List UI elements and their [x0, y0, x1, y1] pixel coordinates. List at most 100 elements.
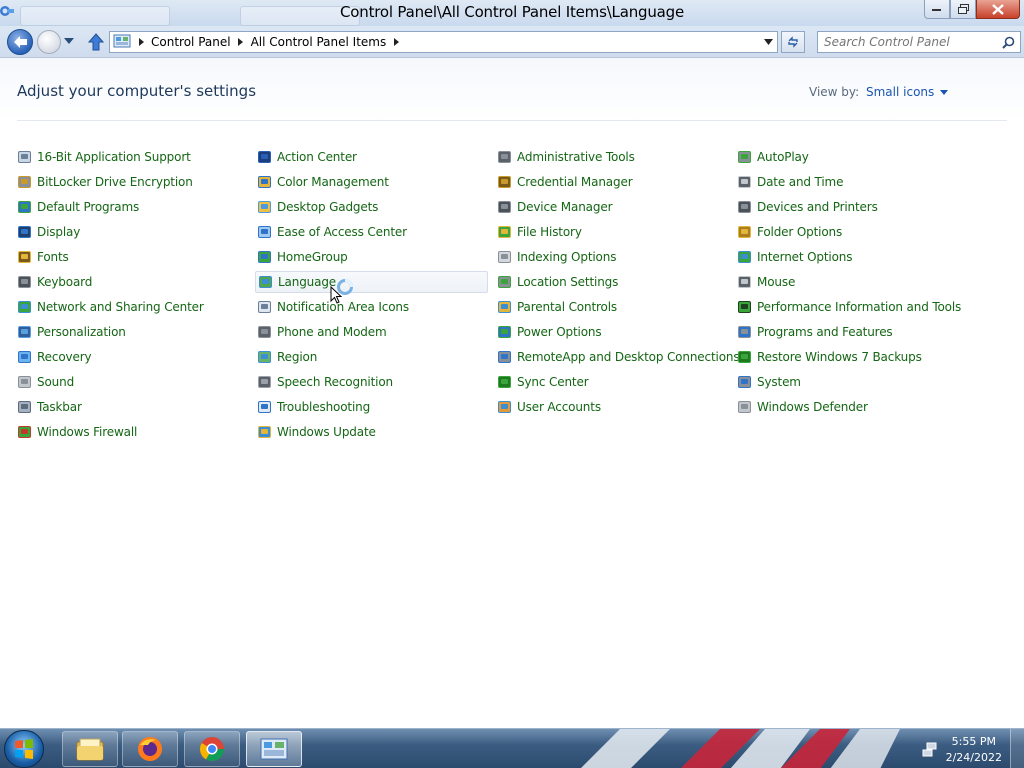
control-panel-item-language[interactable]: Language [255, 271, 488, 293]
taskbar-firefox[interactable] [122, 731, 178, 767]
control-panel-item-sound[interactable]: Sound [15, 371, 248, 393]
control-panel-item-devices-and-printers[interactable]: Devices and Printers [735, 196, 968, 218]
item-label[interactable]: Mouse [757, 275, 795, 289]
control-panel-item-parental-controls[interactable]: Parental Controls [495, 296, 728, 318]
item-label[interactable]: Fonts [37, 250, 69, 264]
control-panel-item-mouse[interactable]: Mouse [735, 271, 968, 293]
control-panel-item-action-center[interactable]: Action Center [255, 146, 488, 168]
control-panel-item-file-history[interactable]: File History [495, 221, 728, 243]
show-desktop-button[interactable] [1010, 729, 1024, 768]
control-panel-item-restore-windows-7-backups[interactable]: Restore Windows 7 Backups [735, 346, 968, 368]
breadcrumb-control-panel[interactable]: Control Panel [151, 35, 231, 49]
control-panel-item-desktop-gadgets[interactable]: Desktop Gadgets [255, 196, 488, 218]
control-panel-item-ease-of-access-center[interactable]: Ease of Access Center [255, 221, 488, 243]
taskbar-chrome[interactable] [184, 731, 240, 767]
view-mode-value[interactable]: Small icons [866, 85, 934, 99]
item-label[interactable]: AutoPlay [757, 150, 809, 164]
item-label[interactable]: Date and Time [757, 175, 843, 189]
item-label[interactable]: User Accounts [517, 400, 601, 414]
item-label[interactable]: Speech Recognition [277, 375, 393, 389]
control-panel-item-fonts[interactable]: Fonts [15, 246, 248, 268]
item-label[interactable]: Folder Options [757, 225, 842, 239]
item-label[interactable]: Region [277, 350, 317, 364]
item-label[interactable]: File History [517, 225, 582, 239]
chevron-down-icon[interactable] [940, 89, 949, 95]
control-panel-item-folder-options[interactable]: Folder Options [735, 221, 968, 243]
chevron-right-icon[interactable] [393, 38, 399, 46]
item-label[interactable]: Troubleshooting [277, 400, 370, 414]
item-label[interactable]: Action Center [277, 150, 357, 164]
item-label[interactable]: Performance Information and Tools [757, 300, 961, 314]
item-label[interactable]: Default Programs [37, 200, 139, 214]
address-bar[interactable]: Control Panel All Control Panel Items [109, 31, 778, 53]
item-label[interactable]: Desktop Gadgets [277, 200, 378, 214]
item-label[interactable]: Sound [37, 375, 74, 389]
control-panel-item-device-manager[interactable]: Device Manager [495, 196, 728, 218]
taskbar-file-explorer[interactable] [62, 731, 118, 767]
item-label[interactable]: Language [278, 275, 336, 289]
item-label[interactable]: Color Management [277, 175, 389, 189]
control-panel-item-taskbar[interactable]: Taskbar [15, 396, 248, 418]
control-panel-item-speech-recognition[interactable]: Speech Recognition [255, 371, 488, 393]
taskbar-control-panel[interactable] [246, 731, 302, 767]
search-input[interactable] [824, 32, 999, 52]
item-label[interactable]: Sync Center [517, 375, 589, 389]
address-dropdown-icon[interactable] [764, 39, 773, 45]
item-label[interactable]: Device Manager [517, 200, 613, 214]
control-panel-item-recovery[interactable]: Recovery [15, 346, 248, 368]
control-panel-item-color-management[interactable]: Color Management [255, 171, 488, 193]
item-label[interactable]: Windows Defender [757, 400, 868, 414]
forward-button[interactable] [37, 30, 61, 54]
control-panel-item-windows-defender[interactable]: Windows Defender [735, 396, 968, 418]
control-panel-item-phone-and-modem[interactable]: Phone and Modem [255, 321, 488, 343]
item-label[interactable]: Display [37, 225, 80, 239]
control-panel-item-region[interactable]: Region [255, 346, 488, 368]
item-label[interactable]: Network and Sharing Center [37, 300, 204, 314]
item-label[interactable]: Internet Options [757, 250, 853, 264]
refresh-button[interactable] [781, 31, 805, 53]
item-label[interactable]: Parental Controls [517, 300, 617, 314]
item-label[interactable]: HomeGroup [277, 250, 348, 264]
control-panel-item-date-and-time[interactable]: Date and Time [735, 171, 968, 193]
item-label[interactable]: Administrative Tools [517, 150, 635, 164]
item-label[interactable]: Phone and Modem [277, 325, 387, 339]
item-label[interactable]: Windows Update [277, 425, 376, 439]
view-mode-dropdown[interactable]: Small icons [866, 85, 949, 99]
control-panel-item-keyboard[interactable]: Keyboard [15, 271, 248, 293]
control-panel-item-user-accounts[interactable]: User Accounts [495, 396, 728, 418]
chevron-right-icon[interactable] [238, 38, 244, 46]
control-panel-item-location-settings[interactable]: Location Settings [495, 271, 728, 293]
item-label[interactable]: Programs and Features [757, 325, 893, 339]
control-panel-item-administrative-tools[interactable]: Administrative Tools [495, 146, 728, 168]
start-button[interactable] [4, 730, 44, 768]
item-label[interactable]: BitLocker Drive Encryption [37, 175, 193, 189]
control-panel-item-16-bit-application-support[interactable]: 16-Bit Application Support [15, 146, 248, 168]
item-label[interactable]: Devices and Printers [757, 200, 878, 214]
back-button[interactable] [7, 29, 33, 55]
control-panel-item-power-options[interactable]: Power Options [495, 321, 728, 343]
control-panel-item-remoteapp-and-desktop-connections[interactable]: RemoteApp and Desktop Connections [495, 346, 740, 368]
control-panel-item-system[interactable]: System [735, 371, 968, 393]
control-panel-item-sync-center[interactable]: Sync Center [495, 371, 728, 393]
search-icon[interactable] [1002, 36, 1015, 49]
item-label[interactable]: Indexing Options [517, 250, 616, 264]
minimize-button[interactable] [924, 0, 950, 19]
item-label[interactable]: Recovery [37, 350, 92, 364]
control-panel-item-indexing-options[interactable]: Indexing Options [495, 246, 728, 268]
control-panel-item-notification-area-icons[interactable]: Notification Area Icons [255, 296, 488, 318]
item-label[interactable]: Location Settings [517, 275, 618, 289]
item-label[interactable]: Credential Manager [517, 175, 633, 189]
recent-pages-dropdown-icon[interactable] [64, 38, 74, 44]
control-panel-item-autoplay[interactable]: AutoPlay [735, 146, 968, 168]
close-button[interactable] [976, 0, 1020, 19]
control-panel-item-troubleshooting[interactable]: Troubleshooting [255, 396, 488, 418]
item-label[interactable]: Power Options [517, 325, 602, 339]
chevron-right-icon[interactable] [138, 38, 144, 46]
item-label[interactable]: Ease of Access Center [277, 225, 407, 239]
control-panel-item-display[interactable]: Display [15, 221, 248, 243]
item-label[interactable]: 16-Bit Application Support [37, 150, 191, 164]
taskbar-clock[interactable]: 5:55 PM 2/24/2022 [946, 734, 1002, 766]
item-label[interactable]: Keyboard [37, 275, 92, 289]
maximize-button[interactable] [950, 0, 976, 19]
control-panel-item-homegroup[interactable]: HomeGroup [255, 246, 488, 268]
